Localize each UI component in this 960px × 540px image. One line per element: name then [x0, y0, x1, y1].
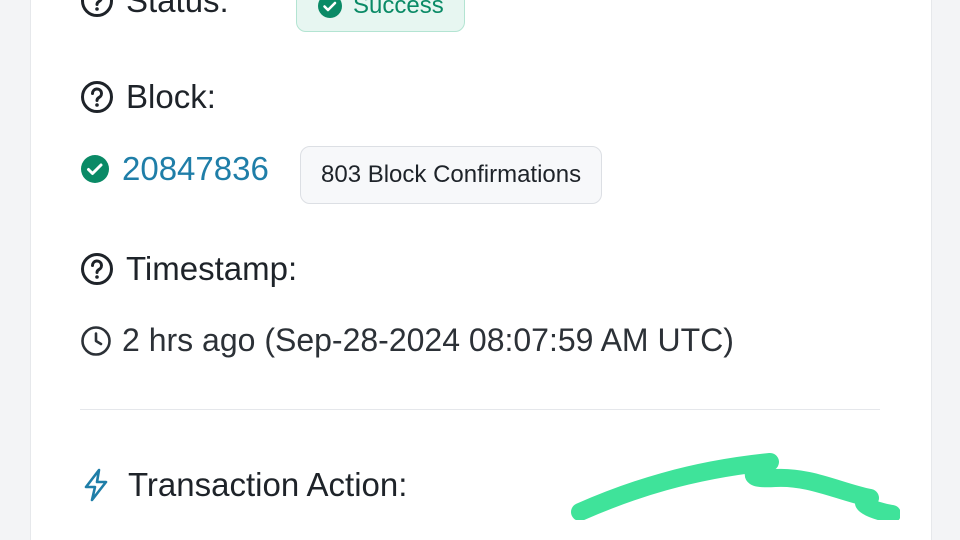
timestamp-row: Timestamp: [80, 250, 297, 288]
block-confirmations-badge: 803 Block Confirmations [300, 146, 603, 204]
status-badge-text: Success [353, 0, 444, 19]
clock-icon [80, 325, 112, 357]
question-circle-icon[interactable] [80, 0, 114, 18]
question-circle-icon[interactable] [80, 80, 114, 114]
block-value: 20847836 [80, 150, 269, 188]
question-circle-icon[interactable] [80, 252, 114, 286]
timestamp-value: 2 hrs ago (Sep-28-2024 08:07:59 AM UTC) [80, 322, 734, 359]
status-badge: Success [296, 0, 465, 32]
block-row: Block: [80, 78, 216, 116]
green-scribble-annotation [571, 453, 900, 520]
transaction-action-label: Transaction Action: [128, 466, 408, 503]
timestamp-label: Timestamp: [126, 250, 298, 287]
section-divider [80, 409, 880, 410]
timestamp-text: 2 hrs ago (Sep-28-2024 08:07:59 AM UTC) [122, 322, 734, 358]
status-row: Status: [80, 0, 229, 20]
check-circle-icon [317, 0, 343, 19]
block-number-link[interactable]: 20847836 [122, 150, 269, 188]
status-label: Status: [126, 0, 229, 19]
lightning-icon [80, 468, 112, 502]
check-circle-icon [80, 154, 110, 184]
block-label: Block: [126, 78, 216, 115]
transaction-action-row: Transaction Action: [80, 466, 407, 504]
